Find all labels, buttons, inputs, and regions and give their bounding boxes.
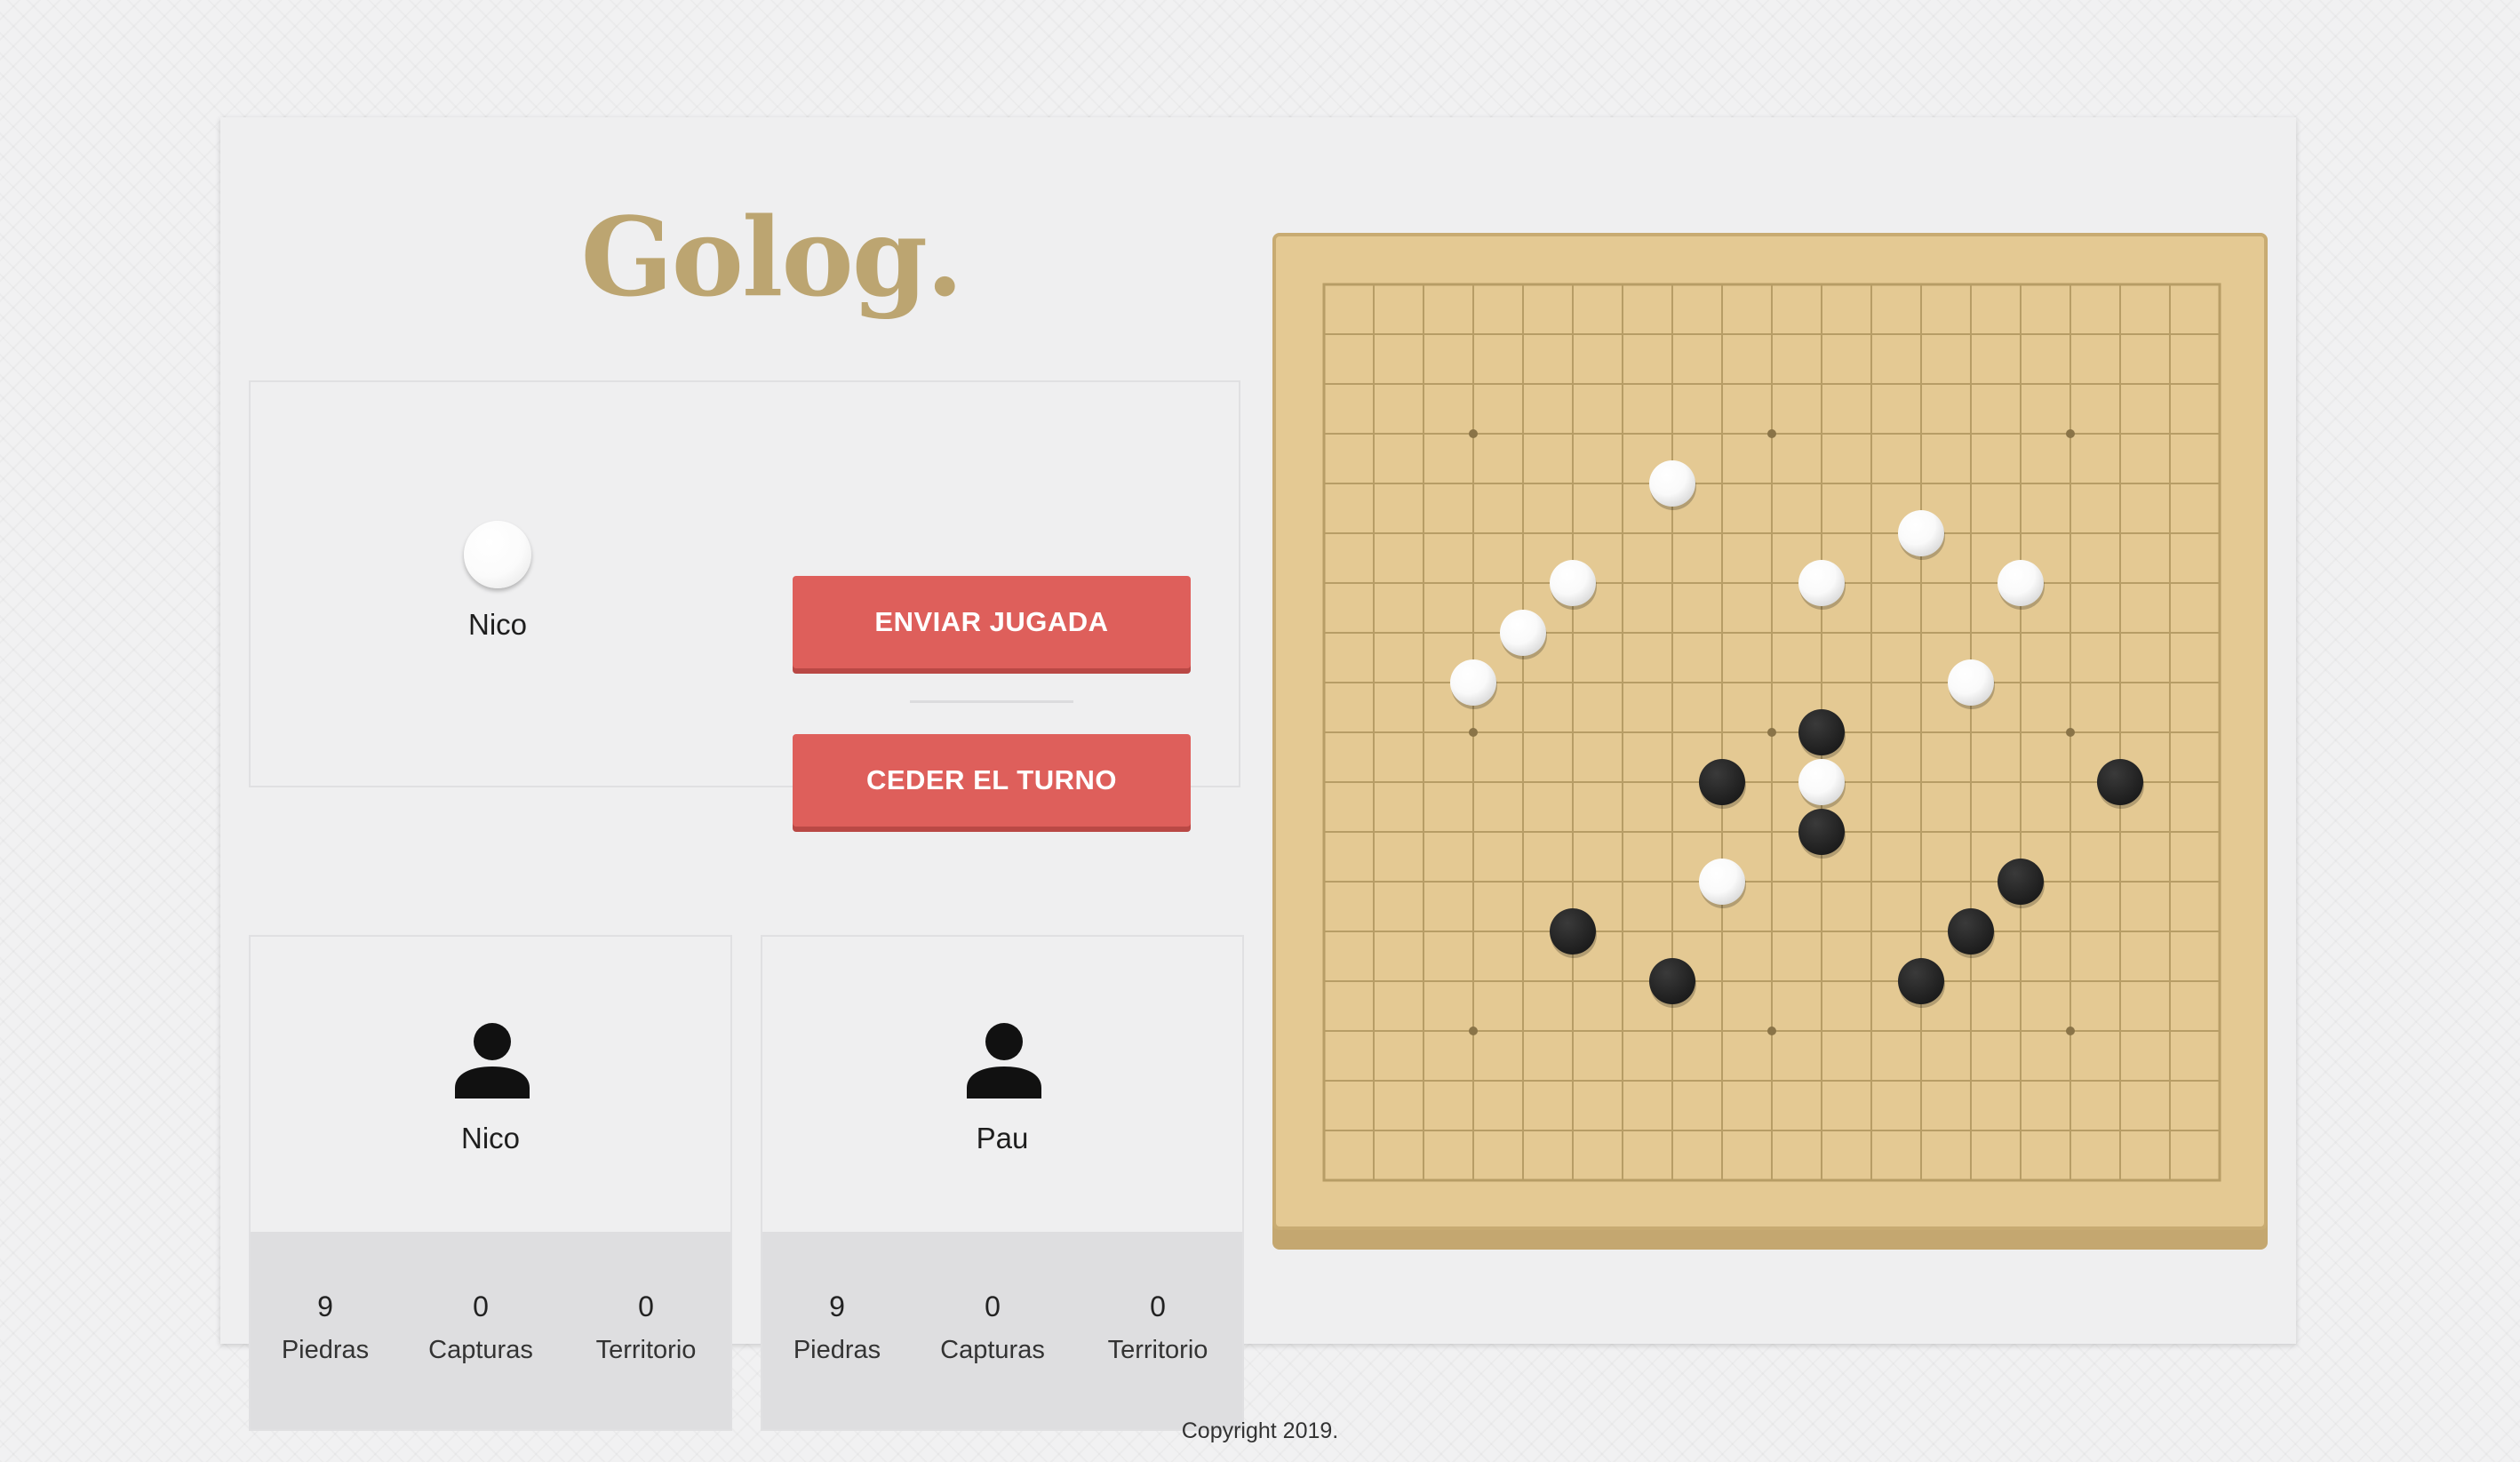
game-card: Golog. Nico ENVIAR JUGADA CEDER EL TURNO… [220, 117, 2296, 1431]
stat-stones-label: Piedras [281, 1336, 370, 1364]
black-stone [1898, 958, 1945, 1008]
white-stone-body [1948, 659, 1994, 706]
stat-stones-label: Piedras [793, 1336, 881, 1364]
stat-captures: 0 Capturas [401, 1290, 561, 1365]
stat-captures-value: 0 [473, 1290, 489, 1322]
white-stone-body [1998, 560, 2044, 606]
black-stone [1948, 908, 1995, 958]
white-stone-body [1500, 610, 1546, 656]
star-point [1767, 1027, 1776, 1035]
stat-territory-value: 0 [1150, 1290, 1166, 1322]
white-stone-body [1699, 859, 1745, 905]
star-point [2066, 728, 2075, 737]
white-stone [1450, 659, 1497, 709]
player-stats: 9 Piedras 0 Capturas 0 Territorio [762, 1232, 1242, 1429]
turn-panel: Nico ENVIAR JUGADA CEDER EL TURNO [249, 380, 1240, 827]
star-point [1767, 429, 1776, 438]
black-stone-body [1649, 958, 1695, 1004]
star-point [2066, 429, 2075, 438]
player-name: Nico [460, 1122, 521, 1154]
black-stone [1798, 709, 1846, 759]
white-stone-body [1450, 659, 1496, 706]
stat-territory: 0 Territorio [566, 1290, 726, 1365]
star-point [1767, 728, 1776, 737]
black-stone-body [1550, 908, 1596, 955]
white-stone [1898, 510, 1945, 560]
stat-stones-value: 9 [317, 1290, 333, 1322]
black-stone-body [1699, 759, 1745, 805]
white-stone [1649, 460, 1696, 510]
white-stone [1550, 560, 1597, 610]
black-stone [1649, 958, 1696, 1008]
black-stone-body [1898, 958, 1944, 1004]
white-stone-body [1798, 560, 1845, 606]
stat-captures-label: Capturas [940, 1336, 1045, 1364]
white-stone [1500, 610, 1547, 659]
black-stone-body [1948, 908, 1994, 955]
white-stone [1699, 859, 1746, 908]
white-stone-body [1550, 560, 1596, 606]
black-stone [1550, 908, 1597, 958]
stat-captures: 0 Capturas [913, 1290, 1073, 1365]
stat-territory: 0 Territorio [1078, 1290, 1238, 1365]
button-divider [910, 700, 1073, 703]
white-stone-body [1798, 759, 1845, 805]
current-turn-stone-icon [464, 521, 531, 588]
go-board[interactable] [1272, 233, 2268, 1230]
star-point [1469, 728, 1478, 737]
black-stone-body [1798, 809, 1845, 855]
stat-captures-label: Capturas [428, 1336, 533, 1364]
black-stone-body [1798, 709, 1845, 755]
white-stone [1998, 560, 2045, 610]
stat-stones: 9 Piedras [245, 1290, 405, 1365]
player-card-pau: Pau 9 Piedras 0 Capturas 0 Territorio [761, 935, 1244, 1431]
user-icon [455, 1023, 530, 1098]
stat-territory-label: Territorio [1107, 1336, 1208, 1364]
copyright-text: Copyright 2019. [1181, 1418, 1339, 1443]
player-card-nico: Nico 9 Piedras 0 Capturas 0 Territorio [249, 935, 732, 1431]
white-stone [1948, 659, 1995, 709]
black-stone [1998, 859, 2045, 908]
stat-stones: 9 Piedras [757, 1290, 917, 1365]
user-icon [967, 1023, 1041, 1098]
black-stone [1699, 759, 1746, 809]
star-point [2066, 1027, 2075, 1035]
player-name: Pau [976, 1122, 1029, 1154]
stat-territory-label: Territorio [595, 1336, 697, 1364]
black-stone-body [2097, 759, 2143, 805]
white-stone [1798, 759, 1846, 809]
white-stone-body [1649, 460, 1695, 507]
white-stone-body [1898, 510, 1944, 556]
star-point [1469, 429, 1478, 438]
board-grid[interactable] [1276, 236, 2264, 1226]
black-stone [2097, 759, 2144, 809]
stat-territory-value: 0 [638, 1290, 654, 1322]
stat-captures-value: 0 [985, 1290, 1001, 1322]
star-point [1469, 1027, 1478, 1035]
current-turn-player-name: Nico [467, 608, 528, 641]
player-stats: 9 Piedras 0 Capturas 0 Territorio [251, 1232, 730, 1429]
app-logo: Golog. [580, 193, 963, 321]
stat-stones-value: 9 [829, 1290, 845, 1322]
pass-turn-button[interactable]: CEDER EL TURNO [793, 734, 1191, 827]
black-stone-body [1998, 859, 2044, 905]
black-stone [1798, 809, 1846, 859]
send-move-button[interactable]: ENVIAR JUGADA [793, 576, 1191, 668]
white-stone [1798, 560, 1846, 610]
